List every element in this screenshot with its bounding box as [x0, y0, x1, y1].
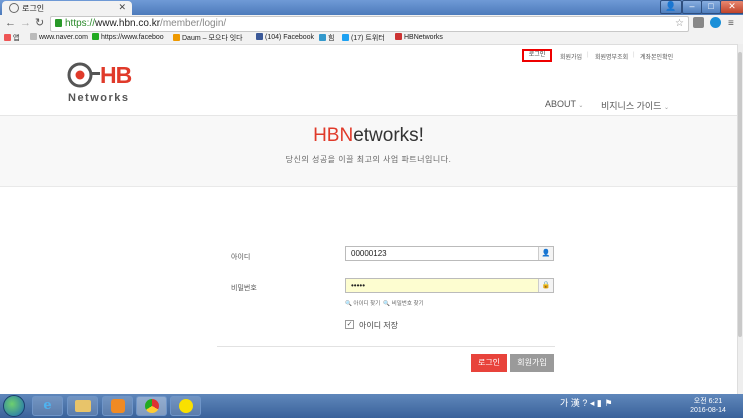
join-link[interactable]: 회원가입	[560, 52, 582, 61]
bookmark-favicon-icon	[92, 33, 99, 40]
reload-icon[interactable]: ↻	[35, 15, 44, 32]
bookmark-favicon-icon	[319, 34, 326, 41]
bookmarks-bar: 앱 www.naver.com https://www.faceboo Daum…	[0, 32, 743, 45]
bookmark-favicon-icon	[4, 34, 11, 41]
divider: |	[633, 52, 635, 58]
bookmark-twitter[interactable]: (17) 트위터	[342, 33, 385, 43]
bookmark-apps[interactable]: 앱	[4, 33, 19, 43]
browser-tab[interactable]: 로그인 ✕	[2, 1, 132, 15]
system-tray: 가 漢 ? ◂ ▮ ⚑	[560, 396, 612, 409]
address-bar[interactable]: https://www.hbn.co.kr/member/login/ ☆	[50, 16, 689, 32]
bookmark-favicon-icon	[173, 34, 180, 41]
tab-close-icon[interactable]: ✕	[118, 2, 126, 13]
internet-explorer-icon[interactable]: e	[32, 396, 63, 416]
join-button[interactable]: 회원가입	[510, 354, 554, 372]
divider: |	[587, 52, 589, 58]
ime-language[interactable]: 가	[560, 398, 568, 408]
help-icon[interactable]: ?	[582, 398, 587, 408]
chevron-down-icon: ⌄	[578, 103, 584, 109]
remember-id-label[interactable]: 아이디 저장	[359, 320, 398, 331]
find-id-link[interactable]: 🔍 아이디 찾기	[345, 301, 380, 307]
login-link[interactable]: 로그인	[522, 49, 552, 62]
lock-icon	[55, 19, 62, 27]
user-badge-button[interactable]: 👤	[660, 0, 682, 14]
bookmark-naver[interactable]: www.naver.com	[30, 33, 88, 41]
account-verify-link[interactable]: 계좌본인확인	[640, 52, 673, 61]
password-label: 비밀번호	[231, 285, 257, 292]
hero-title: HBNetworks!	[313, 125, 424, 146]
ime-hanja[interactable]: 漢	[571, 398, 580, 408]
flag-icon[interactable]: ⚑	[604, 398, 612, 408]
url-scheme: https://	[65, 18, 96, 29]
find-links: 🔍 아이디 찾기 🔍 비밀번호 찾기	[345, 299, 424, 307]
user-icon: 👤	[538, 247, 553, 260]
media-player-icon[interactable]	[102, 396, 133, 416]
hero-subtitle: 당신의 성공을 이끌 최고의 사업 파트너입니다.	[285, 155, 452, 164]
find-password-link[interactable]: 🔍 비밀번호 찾기	[383, 301, 423, 307]
remember-id-checkbox[interactable]: ✓	[345, 320, 354, 329]
url-host: www.hbn.co.kr	[95, 18, 161, 29]
chrome-icon[interactable]	[136, 396, 167, 416]
back-arrow-icon[interactable]: ←	[5, 15, 16, 32]
bookmark-star-icon[interactable]: ☆	[675, 17, 684, 31]
volume-icon[interactable]: ◂	[590, 398, 595, 408]
bookmark-daum[interactable]: Daum – 모으다 잇다	[173, 33, 243, 43]
system-clock[interactable]: 오전 6:21 2016-08-14	[688, 397, 728, 415]
lock-icon: 🔒	[538, 279, 553, 292]
bookmark-favicon-icon	[395, 33, 402, 40]
bookmark-favicon-icon	[256, 33, 263, 40]
chevron-down-icon: ⌄	[663, 105, 670, 111]
id-label: 아이디	[231, 254, 251, 261]
logo-letters: HB	[100, 62, 132, 88]
login-button[interactable]: 로그인	[471, 354, 507, 372]
tab-title: 로그인	[22, 4, 45, 13]
network-icon[interactable]: ▮	[597, 398, 602, 408]
kakaotalk-icon[interactable]	[170, 396, 201, 416]
page-favicon-icon	[9, 3, 19, 13]
search-icon: 🔍	[383, 301, 391, 307]
bookmark-hbnetworks[interactable]: HBNetworks	[395, 33, 443, 41]
file-explorer-icon[interactable]	[67, 396, 98, 416]
window-close-button[interactable]: ✕	[720, 0, 743, 14]
url-path: /member/login/	[160, 18, 227, 29]
bookmark-favicon-icon	[30, 33, 37, 40]
extension-blue-icon[interactable]	[710, 17, 721, 28]
member-lookup-link[interactable]: 회원명부조회	[595, 52, 628, 61]
nav-business-guide[interactable]: 비지니스 가이드 ⌄	[601, 99, 669, 112]
minimize-button[interactable]: –	[682, 0, 702, 14]
bookmark-facebook[interactable]: (104) Facebook	[256, 33, 314, 41]
bookmark-facebook-url[interactable]: https://www.faceboo	[92, 33, 164, 41]
search-icon: 🔍	[345, 301, 352, 307]
hb-networks-logo[interactable]: HB Networks	[66, 58, 146, 108]
password-input[interactable]: ••••• 🔒	[345, 278, 554, 293]
form-divider	[217, 346, 555, 347]
maximize-button[interactable]: □	[701, 0, 721, 14]
scrollbar-thumb[interactable]	[738, 52, 742, 337]
start-button[interactable]	[3, 395, 25, 417]
logo-text: Networks	[68, 92, 130, 104]
menu-icon[interactable]: ≡	[728, 15, 734, 32]
extension-icon[interactable]	[693, 17, 704, 28]
forward-arrow-icon[interactable]: →	[20, 15, 31, 32]
nav-about[interactable]: ABOUT ⌄	[545, 99, 583, 109]
bookmark-him[interactable]: 힘	[319, 33, 334, 43]
bookmark-favicon-icon	[342, 34, 349, 41]
id-input[interactable]: 00000123 👤	[345, 246, 554, 261]
